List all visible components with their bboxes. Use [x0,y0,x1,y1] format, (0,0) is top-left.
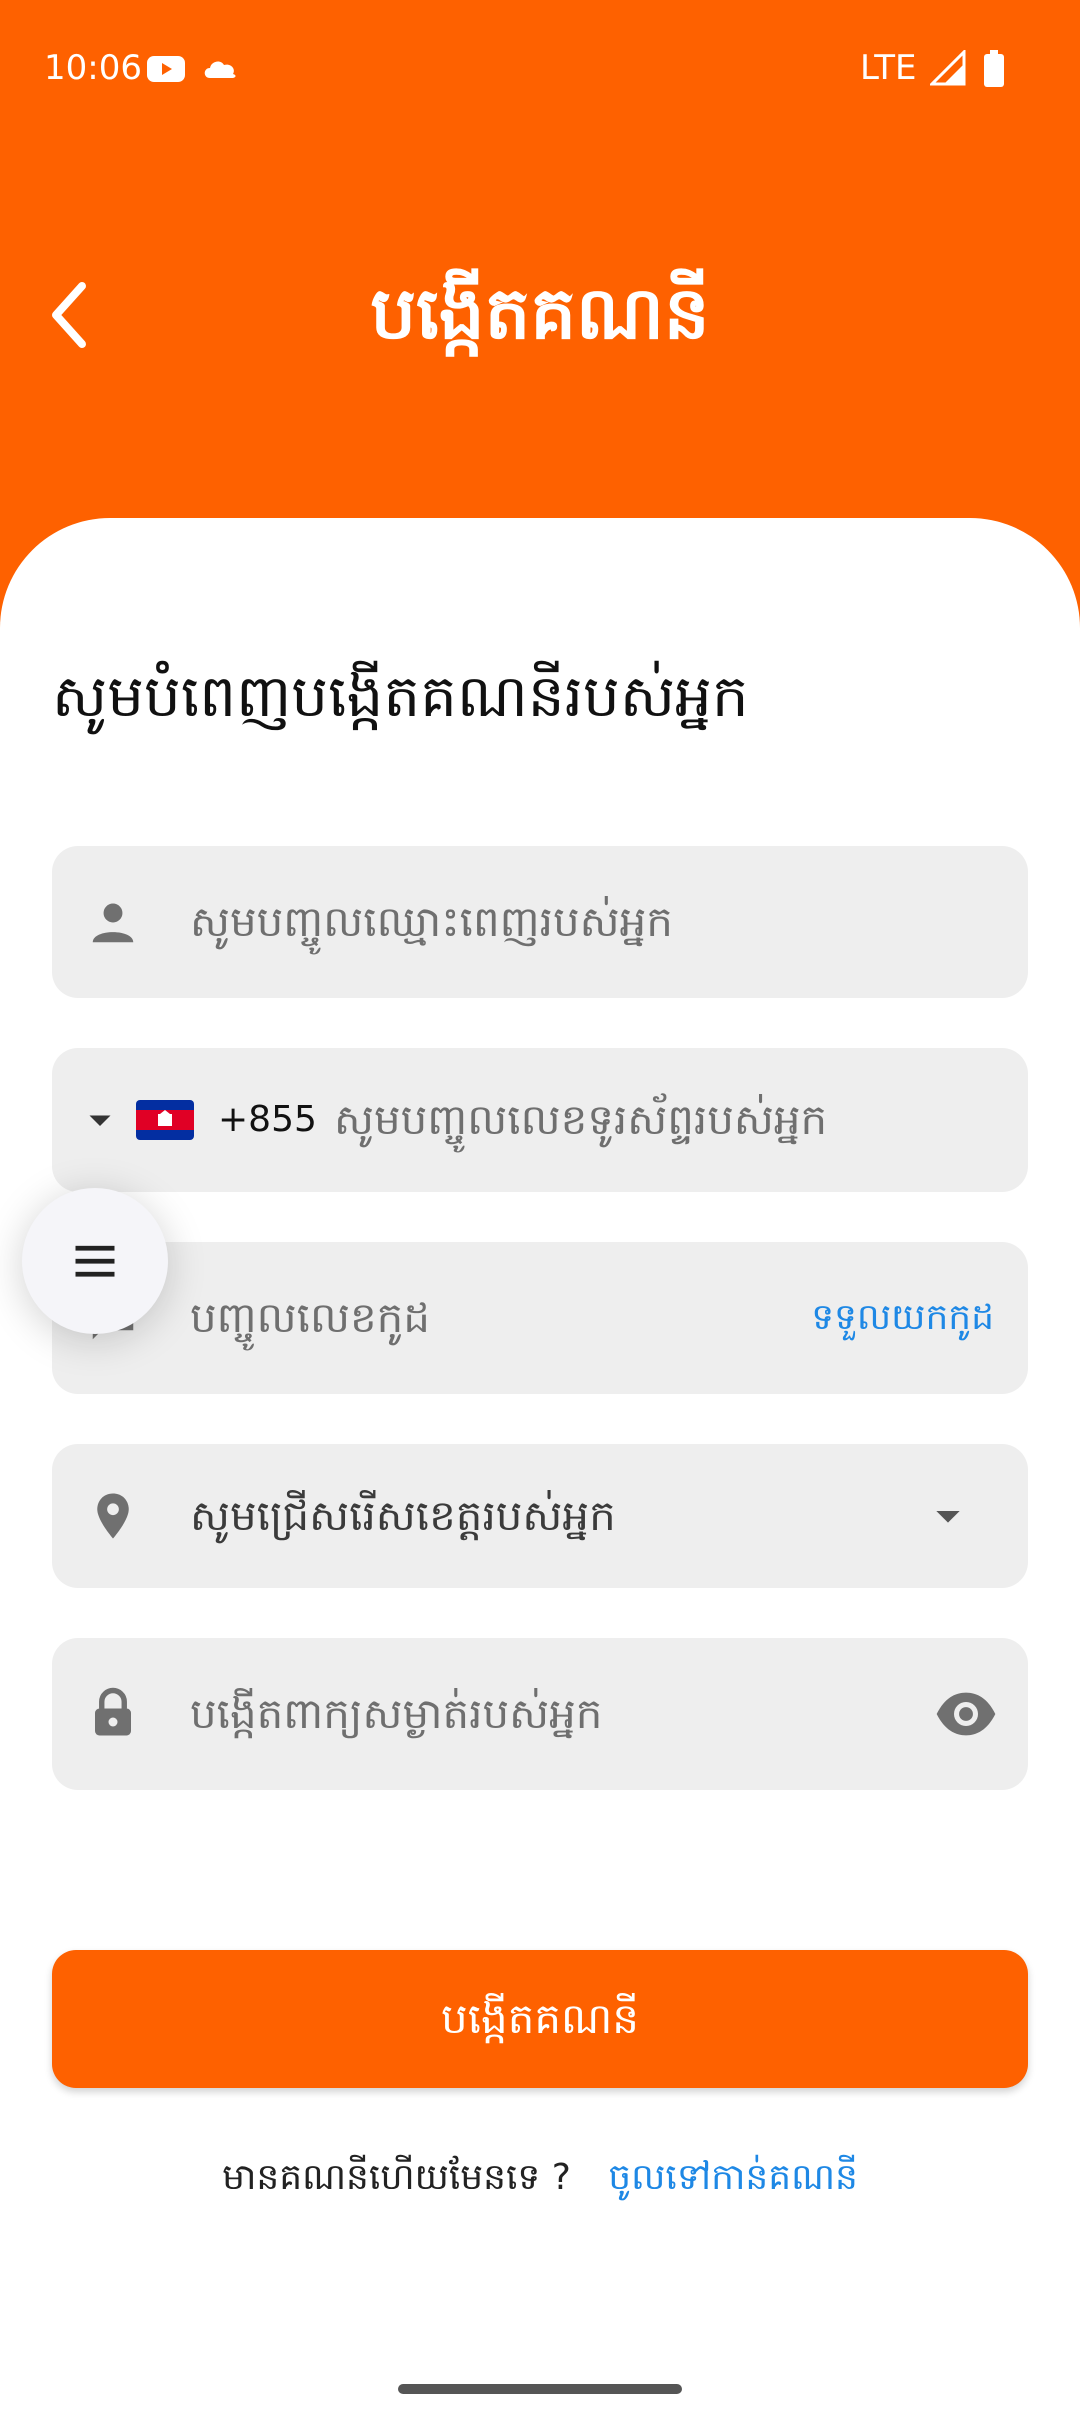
verification-code-placeholder: បញ្ចូលលេខកូដ [190,1293,430,1342]
floating-menu-button[interactable] [22,1188,168,1334]
get-code-link[interactable]: ទទួលយកកូដ [811,1293,994,1343]
country-dropdown-caret-icon[interactable] [82,1102,118,1138]
dial-code: +855 [218,1099,317,1140]
location-pin-icon [97,1493,129,1539]
signal-icon [930,50,966,86]
full-name-placeholder: សូមបញ្ចូលឈ្មោះពេញរបស់អ្នក [190,897,673,946]
login-prompt: មានគណនីហើយមែនទេ ? ចូលទៅកាន់គណនី [0,2150,1080,2206]
login-link[interactable]: ចូលទៅកាន់គណនី [608,2157,858,2198]
province-select[interactable]: សូមជ្រើសរើសខេត្តរបស់អ្នក [52,1444,1028,1588]
lock-icon [95,1687,131,1736]
page-title: បង្កើតគណនី [370,271,710,355]
status-time: 10:06 [44,48,142,88]
home-indicator[interactable] [398,2384,682,2394]
password-placeholder: បង្កើតពាក្យសម្ងាត់របស់អ្នក [190,1689,603,1738]
chevron-down-icon [936,1511,960,1523]
password-field[interactable]: បង្កើតពាក្យសម្ងាត់របស់អ្នក [52,1638,1028,1790]
network-type: LTE [860,48,917,88]
person-icon [92,903,134,943]
province-selected-value: សូមជ្រើសរើសខេត្តរបស់អ្នក [190,1491,616,1540]
phone-field[interactable]: +855 សូមបញ្ចូលលេខទូរស័ព្ទរបស់អ្នក [52,1048,1028,1192]
create-account-button[interactable]: បង្កើតគណនី [52,1950,1028,2088]
have-account-text: មានគណនីហើយមែនទេ ? [222,2157,571,2198]
cambodia-flag-icon [136,1100,194,1140]
full-name-field[interactable]: សូមបញ្ចូលឈ្មោះពេញរបស់អ្នក [52,846,1028,998]
battery-icon [984,50,1004,87]
form-section-title: សូមបំពេញបង្កើតគណនីរបស់អ្នក [52,662,749,730]
verification-code-field[interactable]: បញ្ចូលលេខកូដ ទទួលយកកូដ [52,1242,1028,1394]
create-account-button-label: បង្កើតគណនី [441,1994,639,2043]
menu-icon [75,1245,115,1277]
status-bar: 10:06 LTE [0,0,1080,140]
youtube-icon [147,56,185,82]
eye-icon[interactable] [934,1682,998,1746]
create-account-screen: 10:06 LTE បង្កើតគណនី សូមបំពេញបង្កើតគណនីរ… [0,0,1080,2424]
phone-placeholder: សូមបញ្ចូលលេខទូរស័ព្ទរបស់អ្នក [334,1095,828,1144]
cloud-icon [204,61,236,78]
